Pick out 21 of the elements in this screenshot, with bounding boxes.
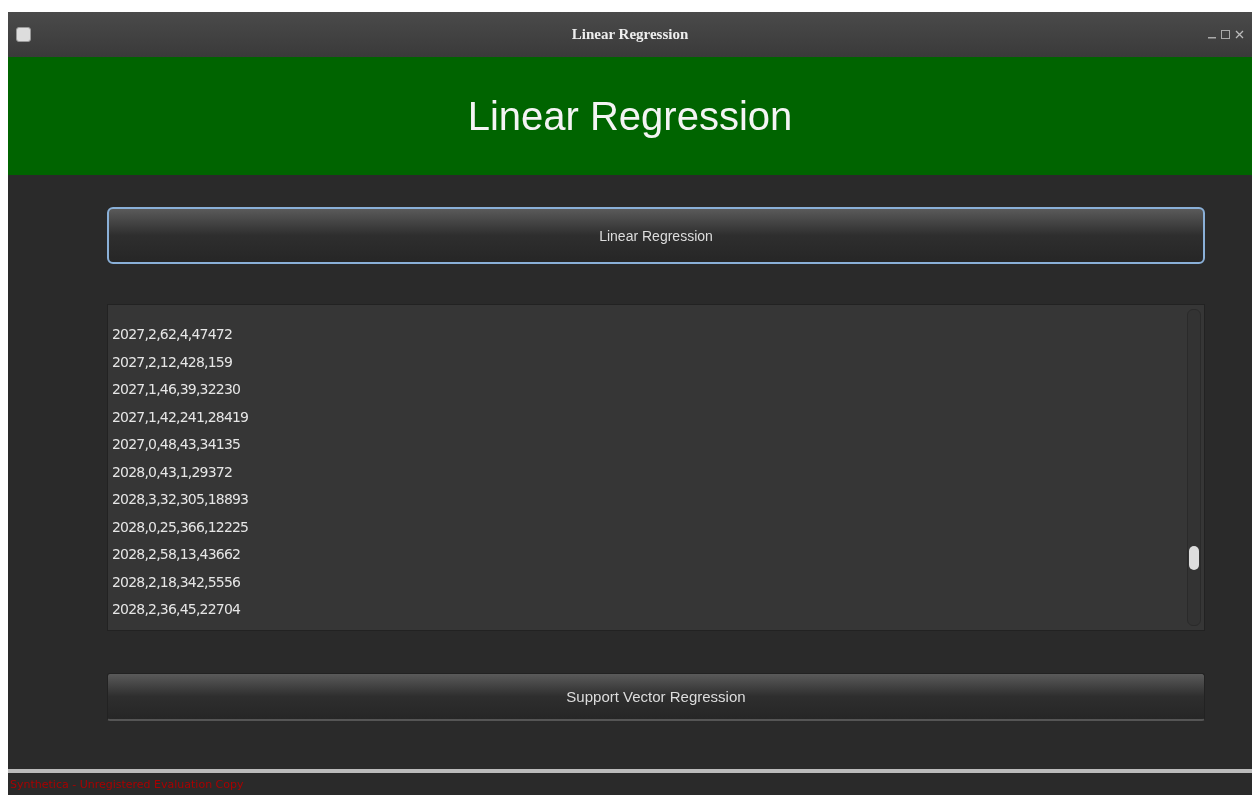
scrollbar[interactable] (1187, 309, 1201, 626)
header-title: Linear Regression (467, 93, 793, 139)
app-icon (16, 27, 31, 42)
close-icon[interactable] (1235, 30, 1244, 39)
list-item[interactable]: 2028,0,25,366,12225 (108, 513, 1187, 541)
window-title: Linear Regression (571, 26, 689, 43)
scrollbar-thumb[interactable] (1189, 546, 1199, 571)
maximize-icon[interactable] (1221, 30, 1230, 39)
list-item[interactable]: 2028,3,32,305,18893 (108, 486, 1187, 514)
list-item[interactable]: 2027,1,46,39,32230 (108, 376, 1187, 404)
list-item[interactable]: 2028,0,43,1,29372 (108, 458, 1187, 486)
evaluation-notice: Synthetica - Unregistered Evaluation Copy (9, 777, 244, 791)
list-item[interactable]: 2028,2,36,45,22704 (108, 596, 1187, 624)
list-item[interactable]: 2028,2,18,342,5556 (108, 568, 1187, 596)
list-item[interactable]: 2028,2,58,13,43662 (108, 541, 1187, 569)
list-item[interactable]: 2027,2,12,428,159 (108, 348, 1187, 376)
list-item[interactable]: 2027,1,42,241,28419 (108, 403, 1187, 431)
list-item[interactable]: 2027,0,48,43,34135 (108, 431, 1187, 459)
support-vector-regression-button[interactable]: Support Vector Regression (107, 673, 1205, 721)
list-item[interactable]: 2027,2,62,4,47472 (108, 321, 1187, 349)
linear-regression-button[interactable]: Linear Regression (107, 207, 1205, 264)
